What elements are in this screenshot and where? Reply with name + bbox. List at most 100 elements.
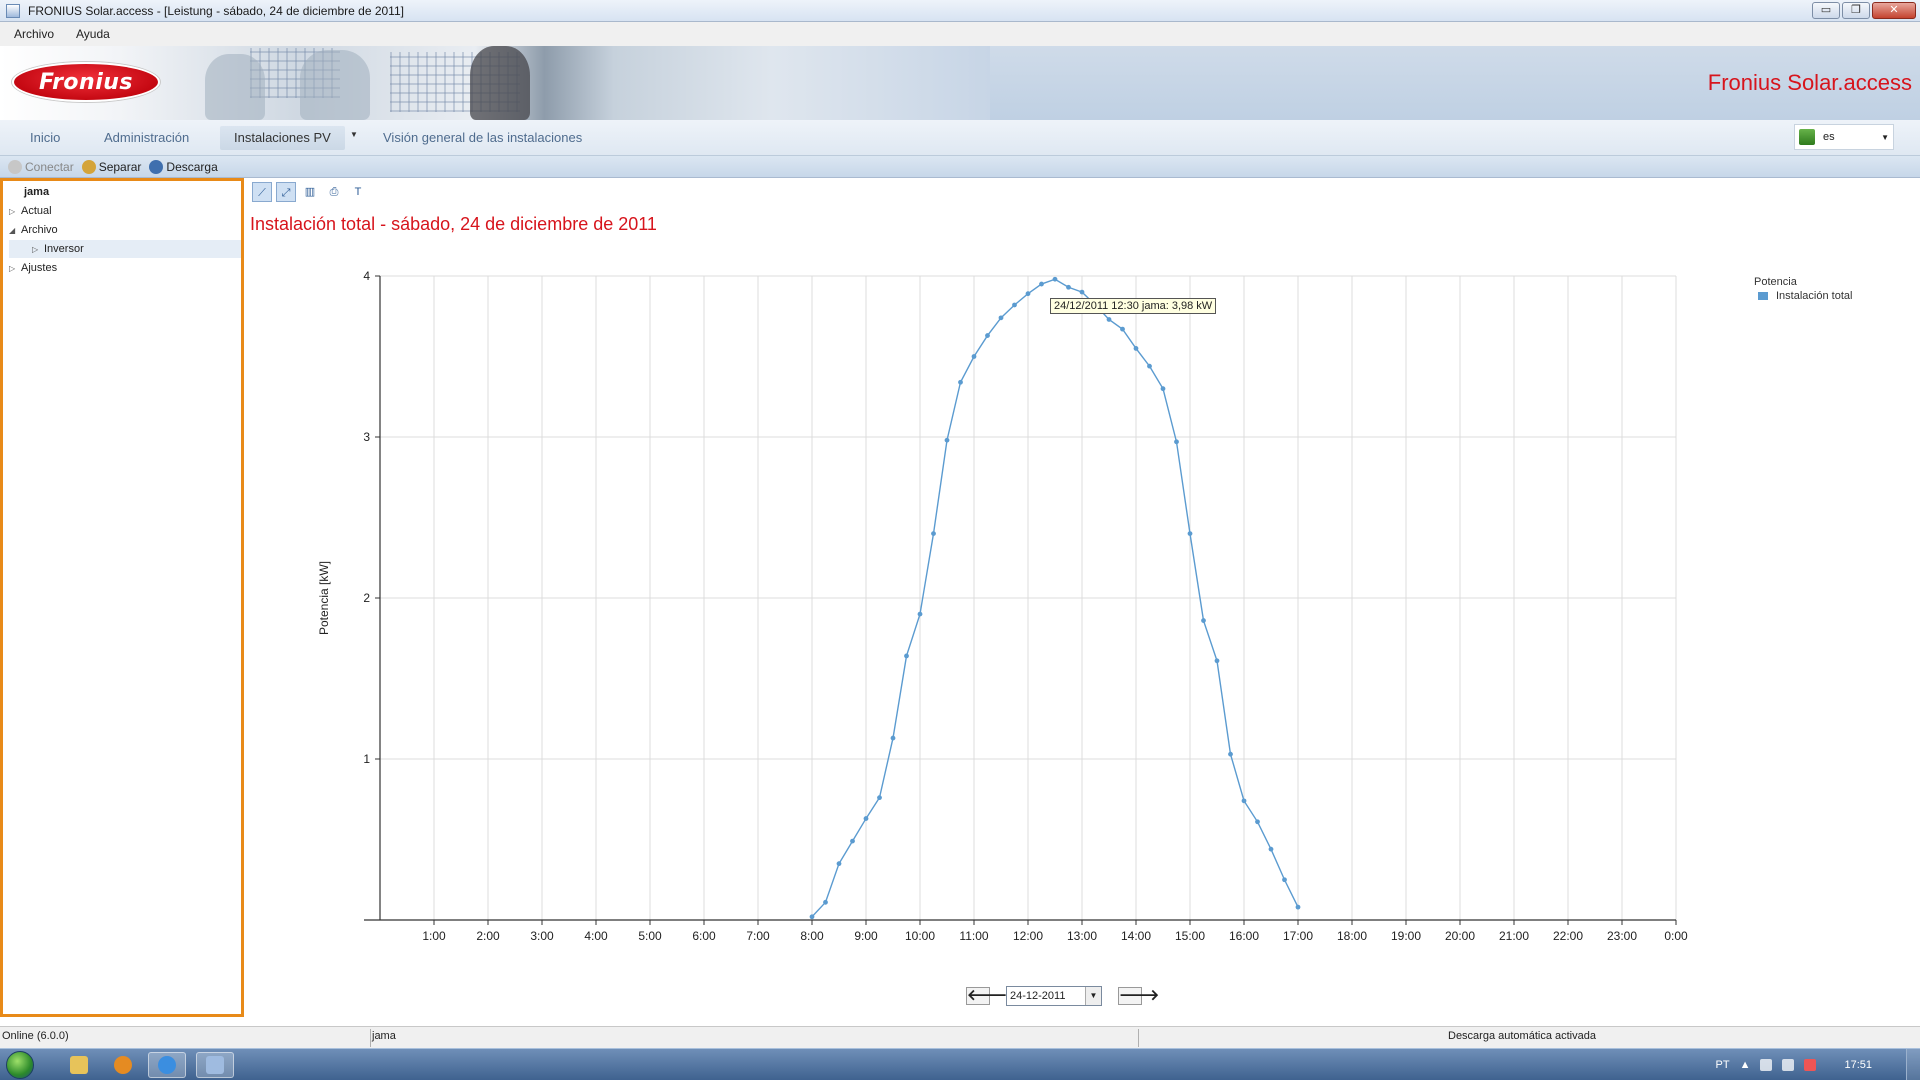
- data-point: [1039, 281, 1044, 287]
- x-tick-label: 20:00: [1445, 929, 1475, 943]
- data-point: [809, 914, 815, 920]
- tab-dropdown-icon[interactable]: ▼: [350, 130, 358, 139]
- app-icon: [6, 3, 20, 18]
- connection-toolbar: Conectar Separar Descarga: [0, 156, 1920, 178]
- x-tick-label: 14:00: [1121, 929, 1151, 943]
- tree-item-archivo[interactable]: ◢ Archivo: [9, 221, 58, 239]
- tab-inicio[interactable]: Inicio: [16, 126, 74, 150]
- tree-item-actual[interactable]: ▷ Actual: [9, 202, 52, 220]
- data-point: [904, 653, 909, 659]
- restore-button[interactable]: ❐: [1842, 2, 1870, 19]
- volume-icon[interactable]: [1760, 1059, 1773, 1071]
- connect-button[interactable]: Conectar: [8, 159, 74, 174]
- tree-item-ajustes[interactable]: ▷ Ajustes: [9, 259, 57, 277]
- status-plant: jama: [372, 1030, 396, 1042]
- main-tabs: Inicio Administración Instalaciones PV ▼…: [0, 120, 1920, 156]
- taskbar-browser[interactable]: [148, 1052, 186, 1078]
- language-icon: [1799, 129, 1815, 145]
- tree-item-label: Inversor: [44, 243, 84, 255]
- expand-icon[interactable]: ▷: [9, 203, 21, 221]
- locale-indicator[interactable]: PT: [1716, 1059, 1730, 1071]
- disconnect-button[interactable]: Separar: [81, 159, 142, 174]
- x-tick-label: 11:00: [959, 929, 988, 943]
- network-icon[interactable]: [1782, 1059, 1795, 1071]
- tree-root[interactable]: jama: [24, 183, 49, 201]
- next-day-button[interactable]: 🡒: [1118, 987, 1159, 1005]
- data-point: [1160, 386, 1166, 392]
- data-point: [971, 354, 977, 359]
- data-point: [1066, 284, 1071, 290]
- menu-archivo[interactable]: Archivo: [6, 27, 62, 41]
- x-tick-label: 13:00: [1067, 929, 1097, 943]
- data-tooltip: 24/12/2011 12:30 jama: 3,98 kW: [1050, 298, 1217, 314]
- menu-bar: Archivo Ayuda: [0, 22, 1920, 46]
- tree-item-label: Ajustes: [21, 262, 58, 274]
- x-tick-label: 18:00: [1337, 929, 1367, 943]
- x-tick-label: 10:00: [905, 929, 935, 943]
- x-tick-label: 6:00: [692, 929, 716, 943]
- taskbar-explorer[interactable]: [60, 1052, 98, 1078]
- x-tick-label: 1:00: [422, 929, 446, 943]
- download-button[interactable]: Descarga: [149, 159, 218, 174]
- data-point: [863, 816, 869, 821]
- taskbar-media-player[interactable]: [104, 1052, 142, 1078]
- data-point: [1201, 618, 1206, 623]
- x-tick-label: 17:00: [1283, 929, 1313, 943]
- x-tick-label: 16:00: [1229, 929, 1259, 943]
- x-tick-label: 0:00: [1664, 929, 1688, 943]
- data-point: [1120, 326, 1125, 332]
- date-select[interactable]: 24-12-2011 ▼: [1006, 986, 1102, 1006]
- previous-day-button[interactable]: 🡐: [966, 987, 1007, 1005]
- minimize-button[interactable]: ▭: [1812, 2, 1840, 19]
- header-banner: Fronius Fronius Solar.access: [0, 46, 1920, 120]
- media-player-icon: [114, 1056, 132, 1074]
- data-point: [1241, 798, 1247, 804]
- window-controls: ▭ ❐ ✕: [1812, 2, 1916, 19]
- collapse-icon[interactable]: ◢: [9, 222, 21, 240]
- tab-instalaciones-pv[interactable]: Instalaciones PV: [220, 126, 345, 150]
- person-silhouette: [470, 46, 530, 120]
- data-point: [1295, 904, 1301, 910]
- chart-content: ⟋ ⤢ ▥ ⎙ T Instalación total - sábado, 24…: [244, 178, 1920, 1017]
- x-tick-label: 21:00: [1499, 929, 1529, 943]
- expand-icon[interactable]: ▷: [32, 241, 44, 259]
- fronius-logo: Fronius: [12, 62, 160, 102]
- start-button[interactable]: [6, 1051, 34, 1079]
- chevron-down-icon: ▼: [1881, 132, 1889, 142]
- data-point: [1133, 346, 1139, 351]
- data-point: [917, 611, 923, 617]
- close-button[interactable]: ✕: [1872, 2, 1916, 19]
- person-silhouette: [300, 50, 370, 120]
- language-select[interactable]: es ▼: [1794, 124, 1894, 150]
- status-bar: Online (6.0.0) jama Descarga automática …: [0, 1026, 1920, 1048]
- data-point: [931, 531, 936, 536]
- clock[interactable]: 17:51: [1844, 1059, 1872, 1071]
- x-tick-label: 9:00: [854, 929, 878, 943]
- data-point: [1282, 877, 1287, 883]
- window-title: FRONIUS Solar.access - [Leistung - sábad…: [28, 3, 404, 18]
- chevron-down-icon[interactable]: ▼: [1085, 987, 1101, 1005]
- system-tray: PT ▲ 17:51: [1716, 1049, 1872, 1080]
- taskbar-solar-access[interactable]: [196, 1052, 234, 1078]
- disconnect-label: Separar: [98, 159, 142, 174]
- tray-expand-icon[interactable]: ▲: [1740, 1059, 1751, 1071]
- action-center-icon[interactable]: [1804, 1059, 1817, 1071]
- data-point: [890, 735, 896, 741]
- tab-vision-general[interactable]: Visión general de las instalaciones: [369, 126, 596, 150]
- y-tick-label: 4: [363, 269, 370, 283]
- menu-ayuda[interactable]: Ayuda: [68, 27, 118, 41]
- phone-icon: [8, 159, 22, 174]
- x-tick-label: 3:00: [530, 929, 554, 943]
- data-point: [1214, 658, 1220, 664]
- tree-item-inversor[interactable]: ▷ Inversor: [9, 240, 241, 258]
- x-tick-label: 15:00: [1175, 929, 1205, 943]
- expand-icon[interactable]: ▷: [9, 260, 21, 278]
- legend-label: Instalación total: [1776, 290, 1853, 302]
- data-point: [823, 899, 828, 905]
- show-desktop-button[interactable]: [1906, 1049, 1920, 1080]
- tree-item-label: Actual: [21, 205, 52, 217]
- x-tick-label: 23:00: [1607, 929, 1637, 943]
- data-point: [958, 379, 963, 385]
- tab-administracion[interactable]: Administración: [90, 126, 203, 150]
- date-value: 24-12-2011: [1010, 990, 1066, 1002]
